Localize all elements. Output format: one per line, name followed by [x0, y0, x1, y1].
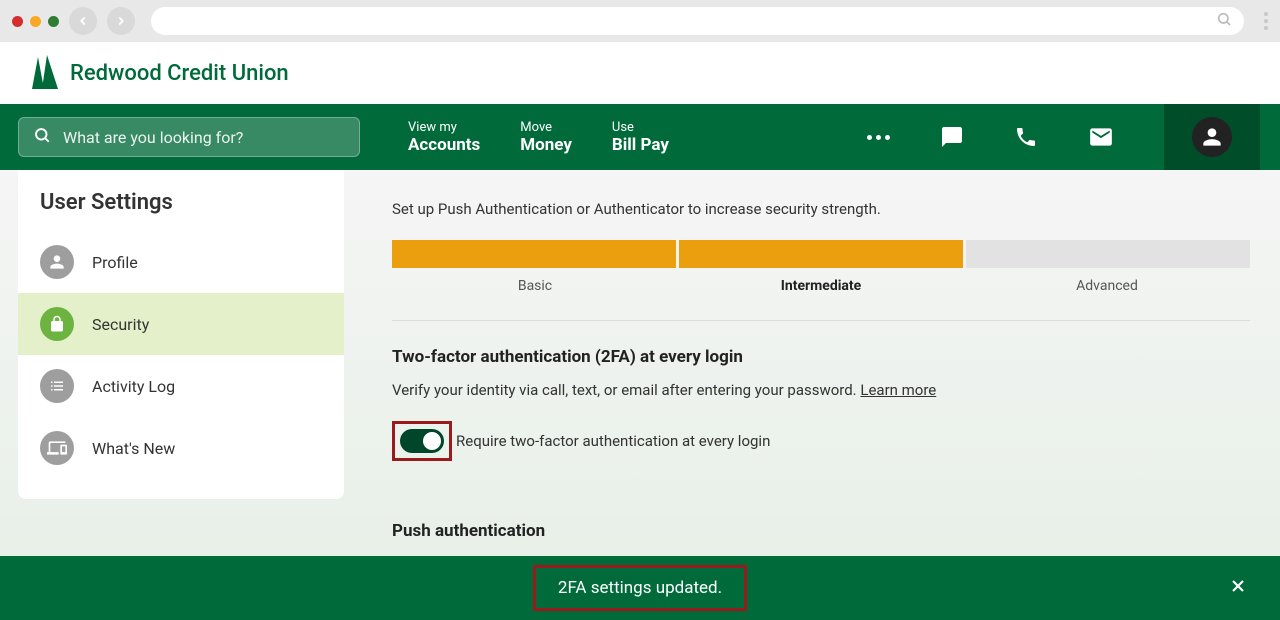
logo[interactable]: Redwood Credit Union	[30, 55, 289, 91]
sidebar: User Settings Profile Security Activity …	[0, 170, 362, 556]
highlight-annotation	[392, 421, 452, 461]
toast-bar: 2FA settings updated.	[0, 556, 1280, 620]
tfa-toggle-row: Require two-factor authentication at eve…	[392, 421, 1250, 461]
close-window-button[interactable]	[12, 16, 23, 27]
chat-icon[interactable]	[940, 125, 964, 149]
tfa-section-title: Two-factor authentication (2FA) at every…	[392, 347, 1250, 367]
browser-chrome	[0, 0, 1280, 42]
security-strength-bar	[392, 240, 1250, 268]
forward-button[interactable]	[107, 7, 135, 35]
strength-label-advanced: Advanced	[964, 278, 1250, 294]
nav-item-label-bottom: Accounts	[408, 135, 480, 155]
nav-item-label-top: Move	[520, 120, 572, 135]
maximize-window-button[interactable]	[48, 16, 59, 27]
url-bar[interactable]	[151, 7, 1244, 35]
strength-labels: Basic Intermediate Advanced	[392, 278, 1250, 294]
nav-item-accounts[interactable]: View my Accounts	[408, 120, 480, 155]
tfa-toggle-label: Require two-factor authentication at eve…	[456, 432, 770, 450]
content-area: User Settings Profile Security Activity …	[0, 170, 1280, 556]
sidebar-item-activity-log[interactable]: Activity Log	[18, 355, 344, 417]
logo-mark-icon	[30, 55, 60, 91]
toast-message: 2FA settings updated.	[558, 578, 722, 598]
main-nav: View my Accounts Move Money Use Bill Pay	[0, 104, 1280, 170]
logo-text: Redwood Credit Union	[70, 61, 289, 86]
sidebar-card: User Settings Profile Security Activity …	[18, 170, 344, 499]
nav-item-label-bottom: Money	[520, 135, 572, 155]
tfa-toggle[interactable]	[400, 429, 444, 453]
sidebar-item-profile[interactable]: Profile	[18, 231, 344, 293]
toast-close-button[interactable]	[1228, 576, 1248, 600]
person-icon	[40, 245, 74, 279]
minimize-window-button[interactable]	[30, 16, 41, 27]
sidebar-title: User Settings	[18, 170, 344, 231]
strength-segment-advanced	[966, 240, 1250, 268]
highlight-annotation: 2FA settings updated.	[533, 565, 747, 611]
tfa-section-description: Verify your identity via call, text, or …	[392, 381, 1250, 399]
learn-more-link[interactable]: Learn more	[860, 381, 936, 399]
nav-item-billpay[interactable]: Use Bill Pay	[612, 120, 669, 155]
sidebar-item-label: Profile	[92, 253, 138, 272]
strength-segment-basic	[392, 240, 676, 268]
nav-item-money[interactable]: Move Money	[520, 120, 572, 155]
lock-icon	[40, 307, 74, 341]
main-panel: Set up Push Authentication or Authentica…	[362, 170, 1280, 556]
browser-menu-button[interactable]	[1264, 12, 1268, 30]
search-icon	[33, 126, 51, 148]
mail-icon[interactable]	[1088, 124, 1114, 150]
search-input[interactable]	[63, 128, 345, 147]
back-button[interactable]	[69, 7, 97, 35]
search-box[interactable]	[18, 117, 360, 157]
security-strength-description: Set up Push Authentication or Authentica…	[392, 200, 1250, 218]
nav-items: View my Accounts Move Money Use Bill Pay	[408, 120, 669, 155]
window-controls	[12, 16, 59, 27]
toggle-knob	[423, 432, 441, 450]
nav-icons	[867, 104, 1280, 170]
devices-icon	[40, 431, 74, 465]
phone-icon[interactable]	[1014, 125, 1038, 149]
sidebar-item-security[interactable]: Security	[18, 293, 344, 355]
logo-bar: Redwood Credit Union	[0, 42, 1280, 104]
sidebar-item-label: What's New	[92, 439, 175, 458]
profile-menu[interactable]	[1164, 104, 1260, 170]
avatar	[1192, 117, 1232, 157]
more-menu-button[interactable]	[867, 135, 890, 140]
nav-item-label-bottom: Bill Pay	[612, 135, 669, 155]
sidebar-item-whats-new[interactable]: What's New	[18, 417, 344, 479]
sidebar-item-label: Security	[92, 315, 149, 334]
nav-item-label-top: Use	[612, 120, 669, 135]
push-auth-section-title: Push authentication	[392, 521, 1250, 541]
sidebar-item-label: Activity Log	[92, 377, 175, 396]
strength-label-intermediate: Intermediate	[678, 278, 964, 294]
tfa-desc-text: Verify your identity via call, text, or …	[392, 381, 860, 399]
nav-item-label-top: View my	[408, 120, 480, 135]
strength-segment-intermediate	[679, 240, 963, 268]
list-icon	[40, 369, 74, 403]
search-icon	[1216, 11, 1232, 31]
divider	[392, 320, 1250, 321]
strength-label-basic: Basic	[392, 278, 678, 294]
